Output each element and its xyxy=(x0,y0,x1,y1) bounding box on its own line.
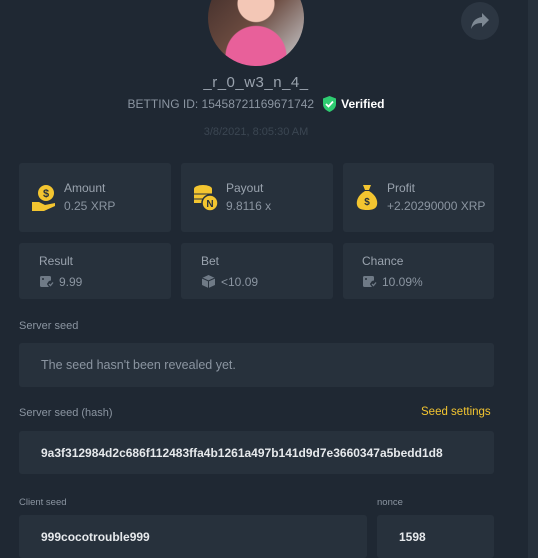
share-button[interactable] xyxy=(461,2,499,40)
result-label: Result xyxy=(39,254,74,268)
svg-text:N: N xyxy=(206,199,213,210)
verified-check-icon xyxy=(323,96,337,112)
bet-label: Bet xyxy=(201,254,220,268)
dice-icon xyxy=(40,276,55,288)
username: _r_0_w3_n_4_ xyxy=(203,74,309,91)
dice-icon xyxy=(201,275,216,288)
chance-card: Chance 10.09% xyxy=(343,243,494,299)
payout-card: N Payout 9.8116 x xyxy=(181,163,333,232)
avatar xyxy=(208,0,304,66)
payout-label: Payout xyxy=(226,181,264,195)
scrollbar-track[interactable] xyxy=(528,0,538,558)
money-hand-icon: $ xyxy=(32,185,55,211)
profit-label: Profit xyxy=(387,181,416,195)
client-seed-label: Client seed xyxy=(19,497,67,508)
amount-value: 0.25 XRP xyxy=(64,199,116,213)
nonce-value: 1598 xyxy=(399,529,426,544)
payout-value: 9.8116 x xyxy=(226,199,272,213)
chance-label: Chance xyxy=(362,254,404,268)
amount-label: Amount xyxy=(64,181,106,195)
money-bag-icon: $ xyxy=(356,185,378,210)
bet-date: 3/8/2021, 8:05:30 AM xyxy=(203,126,309,138)
result-card: Result 9.99 xyxy=(19,243,171,299)
bet-card: Bet <10.09 xyxy=(181,243,333,299)
share-icon xyxy=(471,13,489,29)
seed-settings-link[interactable]: Seed settings xyxy=(421,406,491,418)
svg-text:$: $ xyxy=(43,188,49,200)
svg-text:$: $ xyxy=(364,197,370,208)
profit-value: +2.20290000 XRP xyxy=(387,199,486,213)
server-hash-label: Server seed (hash) xyxy=(19,407,113,419)
server-hash-field[interactable]: 9a3f312984d2c686f112483ffa4b1261a497b141… xyxy=(19,431,494,474)
server-seed-label: Server seed xyxy=(19,320,79,332)
result-value: 9.99 xyxy=(59,275,83,289)
coins-icon: N xyxy=(194,185,219,212)
nonce-label: nonce xyxy=(377,497,403,508)
betting-id-row: BETTING ID: 15458721169671742 Verified xyxy=(0,96,512,112)
amount-card: $ Amount 0.25 XRP xyxy=(19,163,171,232)
nonce-field[interactable]: 1598 xyxy=(377,515,494,558)
chance-value: 10.09% xyxy=(382,275,423,289)
bet-value: <10.09 xyxy=(221,275,259,289)
client-seed-value: 999cocotrouble999 xyxy=(41,529,150,544)
server-seed-field: The seed hasn't been revealed yet. xyxy=(19,343,494,387)
server-hash-value: 9a3f312984d2c686f112483ffa4b1261a497b141… xyxy=(41,445,443,460)
client-seed-field[interactable]: 999cocotrouble999 xyxy=(19,515,367,558)
profit-card: $ Profit +2.20290000 XRP xyxy=(343,163,494,232)
verified-badge: Verified xyxy=(322,96,384,112)
betting-id: BETTING ID: 15458721169671742 xyxy=(127,97,315,111)
verified-label: Verified xyxy=(341,97,385,111)
dice-icon xyxy=(363,276,378,288)
server-seed-value: The seed hasn't been revealed yet. xyxy=(41,358,236,372)
